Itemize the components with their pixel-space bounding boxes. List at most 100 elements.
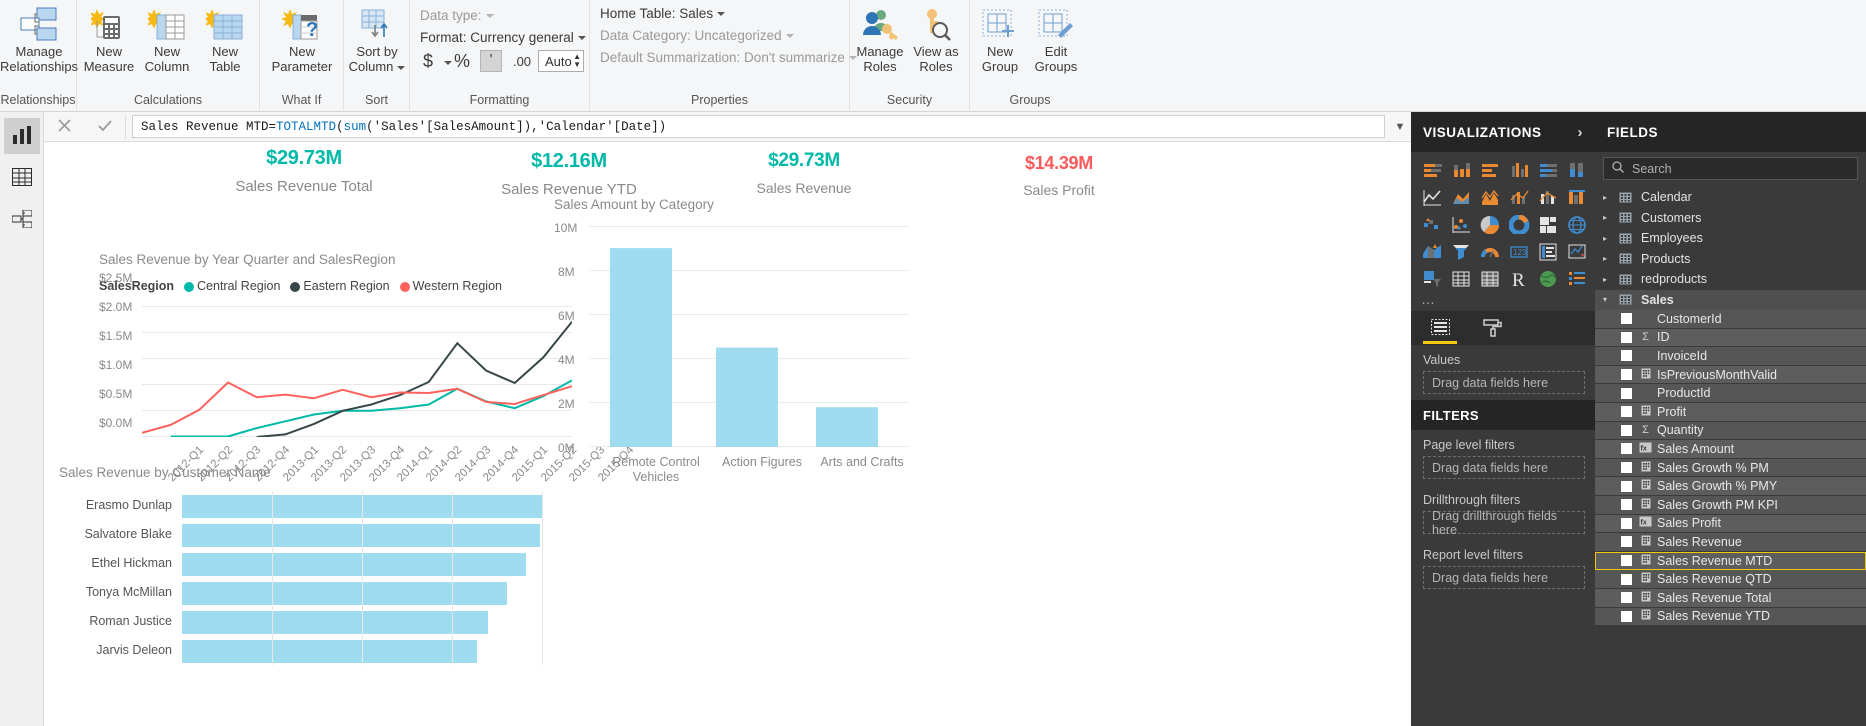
fields-pane-icon[interactable] [1423,312,1457,344]
legend-item-central-region[interactable]: Central Region [184,279,280,293]
bar-chart-bar[interactable] [182,524,540,547]
field-checkbox[interactable] [1621,573,1632,585]
multi-row-card-icon[interactable] [1535,239,1561,263]
get-more-visuals-icon[interactable] [1564,266,1590,290]
page-level-filters-dropzone[interactable]: Drag data fields here [1423,456,1585,479]
bar-chart-row[interactable]: Ethel Hickman [54,551,549,580]
currency-chevron-down-icon[interactable] [444,61,452,65]
field-item-sales-growth-pm-kpi[interactable]: Sales Growth PM KPI [1595,495,1866,515]
field-checkbox[interactable] [1621,517,1632,529]
home-table-label[interactable]: Home Table: Sales [600,6,726,21]
legend-item-eastern-region[interactable]: Eastern Region [290,279,390,293]
triangle-right-icon[interactable]: ▸ [1603,213,1615,222]
field-checkbox[interactable] [1621,480,1632,492]
kpi-card-sales-revenue-ytd[interactable]: $12.16M Sales Revenue YTD [469,150,669,198]
pct-stacked-bar-chart-icon[interactable] [1535,158,1561,182]
map-icon[interactable] [1564,212,1590,236]
sidebar-item-report-view[interactable] [4,118,40,154]
table-icon[interactable] [1448,266,1474,290]
field-checkbox[interactable] [1621,369,1632,381]
bar-chart-bar[interactable] [182,640,478,663]
bar-chart-row[interactable]: Tonya McMillan [54,580,549,609]
bar-chart-row[interactable]: Jarvis Deleon [54,638,549,667]
line-chart-icon[interactable] [1419,185,1445,209]
waterfall-chart-icon[interactable] [1419,212,1445,236]
triangle-right-icon[interactable]: ▸ [1603,193,1615,202]
field-item-sales-amount[interactable]: fx Sales Amount [1595,440,1866,459]
triangle-right-icon[interactable]: ▸ [1603,254,1615,263]
line-stacked-column-icon[interactable] [1506,185,1532,209]
kpi-icon[interactable] [1564,239,1590,263]
manage-roles-button[interactable]: Manage Roles [852,4,908,80]
field-item-id[interactable]: Σ ID [1595,328,1866,348]
edit-groups-button[interactable]: Edit Groups [1028,4,1084,80]
field-item-profit[interactable]: Profit [1595,402,1866,422]
cancel-icon[interactable] [57,118,71,135]
sort-by-column-button[interactable]: Sort by Column [344,4,410,80]
chevron-down-icon[interactable] [485,14,494,19]
clustered-column-chart-icon[interactable] [1506,158,1532,182]
field-item-invoiceid[interactable]: InvoiceId [1595,347,1866,366]
data-type-label[interactable]: Data type: [420,8,494,23]
currency-format-button[interactable]: $ [418,50,438,72]
triangle-right-icon[interactable]: ▸ [1603,234,1615,243]
column-bar[interactable] [716,347,778,447]
formula-input[interactable]: Sales Revenue MTD = TOTALMTD(sum ('Sales'… [132,115,1385,138]
chevron-down-icon[interactable] [577,36,586,41]
fields-table-customers[interactable]: ▸ Customers [1595,208,1866,229]
chevron-down-icon[interactable]: ▼ [1389,121,1411,133]
values-dropzone[interactable]: Drag data fields here [1423,371,1585,394]
bar-chart-row[interactable]: Erasmo Dunlap [54,493,549,522]
new-group-button[interactable]: New Group [972,4,1028,80]
stepper-arrows-icon[interactable]: ▲ ▼ [573,53,581,69]
drillthrough-filters-dropzone[interactable]: Drag drillthrough fields here [1423,509,1585,537]
field-checkbox[interactable] [1621,592,1632,604]
new-table-button[interactable]: New Table [197,4,253,80]
field-checkbox[interactable] [1621,331,1632,343]
card-icon[interactable]: 123 [1506,239,1532,263]
percent-format-button[interactable]: % [452,50,472,72]
field-item-sales-revenue-total[interactable]: Sales Revenue Total [1595,588,1866,608]
manage-relationships-button[interactable]: Manage Relationships [0,4,78,80]
r-script-visual-icon[interactable]: R [1506,266,1532,290]
format-label[interactable]: Format: Currency general [420,30,586,45]
column-bar[interactable] [816,407,878,447]
decimal-places-stepper[interactable]: Auto ▲ ▼ [538,50,584,72]
sidebar-item-model-view[interactable] [4,202,40,238]
field-item-ispreviousmonthvalid[interactable]: IsPreviousMonthValid [1595,365,1866,385]
donut-chart-icon[interactable] [1506,212,1532,236]
bar-chart-visual[interactable]: Sales Revenue by Customer Name Erasmo Du… [54,465,554,726]
field-item-sales-profit[interactable]: fx Sales Profit [1595,514,1866,534]
decimal-places-button[interactable]: .00 [510,50,534,72]
line-clustered-column-icon[interactable] [1535,185,1561,209]
data-category-label[interactable]: Data Category: Uncategorized [600,28,794,43]
matrix-icon[interactable] [1477,266,1503,290]
column-bar[interactable] [610,248,672,447]
stacked-bar-chart-icon[interactable] [1419,158,1445,182]
field-checkbox[interactable] [1621,462,1632,474]
field-item-sales-revenue-ytd[interactable]: Sales Revenue YTD [1595,607,1866,627]
bar-chart-bar[interactable] [182,611,489,634]
field-checkbox[interactable] [1621,443,1632,455]
new-column-button[interactable]: New Column [139,4,195,80]
field-item-sales-revenue[interactable]: Sales Revenue [1595,533,1866,552]
pie-chart-icon[interactable] [1477,212,1503,236]
legend-item-western-region[interactable]: Western Region [399,279,502,293]
default-summarization-label[interactable]: Default Summarization: Don't summarize [600,50,857,65]
field-checkbox[interactable] [1621,350,1632,362]
sidebar-item-data-view[interactable] [4,160,40,196]
kpi-card-sales-revenue[interactable]: $29.73M Sales Revenue [704,150,904,196]
field-checkbox[interactable] [1621,499,1632,511]
new-measure-button[interactable]: New Measure [81,4,137,80]
thousands-separator-button[interactable]: ' [480,50,502,72]
stacked-area-chart-icon[interactable] [1477,185,1503,209]
field-item-sales-growth-pm[interactable]: Sales Growth % PM [1595,458,1866,478]
accept-icon[interactable] [97,119,112,135]
bar-chart-bar[interactable] [182,553,526,576]
fields-table-calendar[interactable]: ▸ Calendar [1595,187,1866,208]
field-checkbox[interactable] [1621,610,1632,622]
field-checkbox[interactable] [1621,424,1632,436]
field-checkbox[interactable] [1621,387,1632,399]
funnel-chart-icon[interactable] [1448,239,1474,263]
chevron-down-icon[interactable] [785,34,794,39]
